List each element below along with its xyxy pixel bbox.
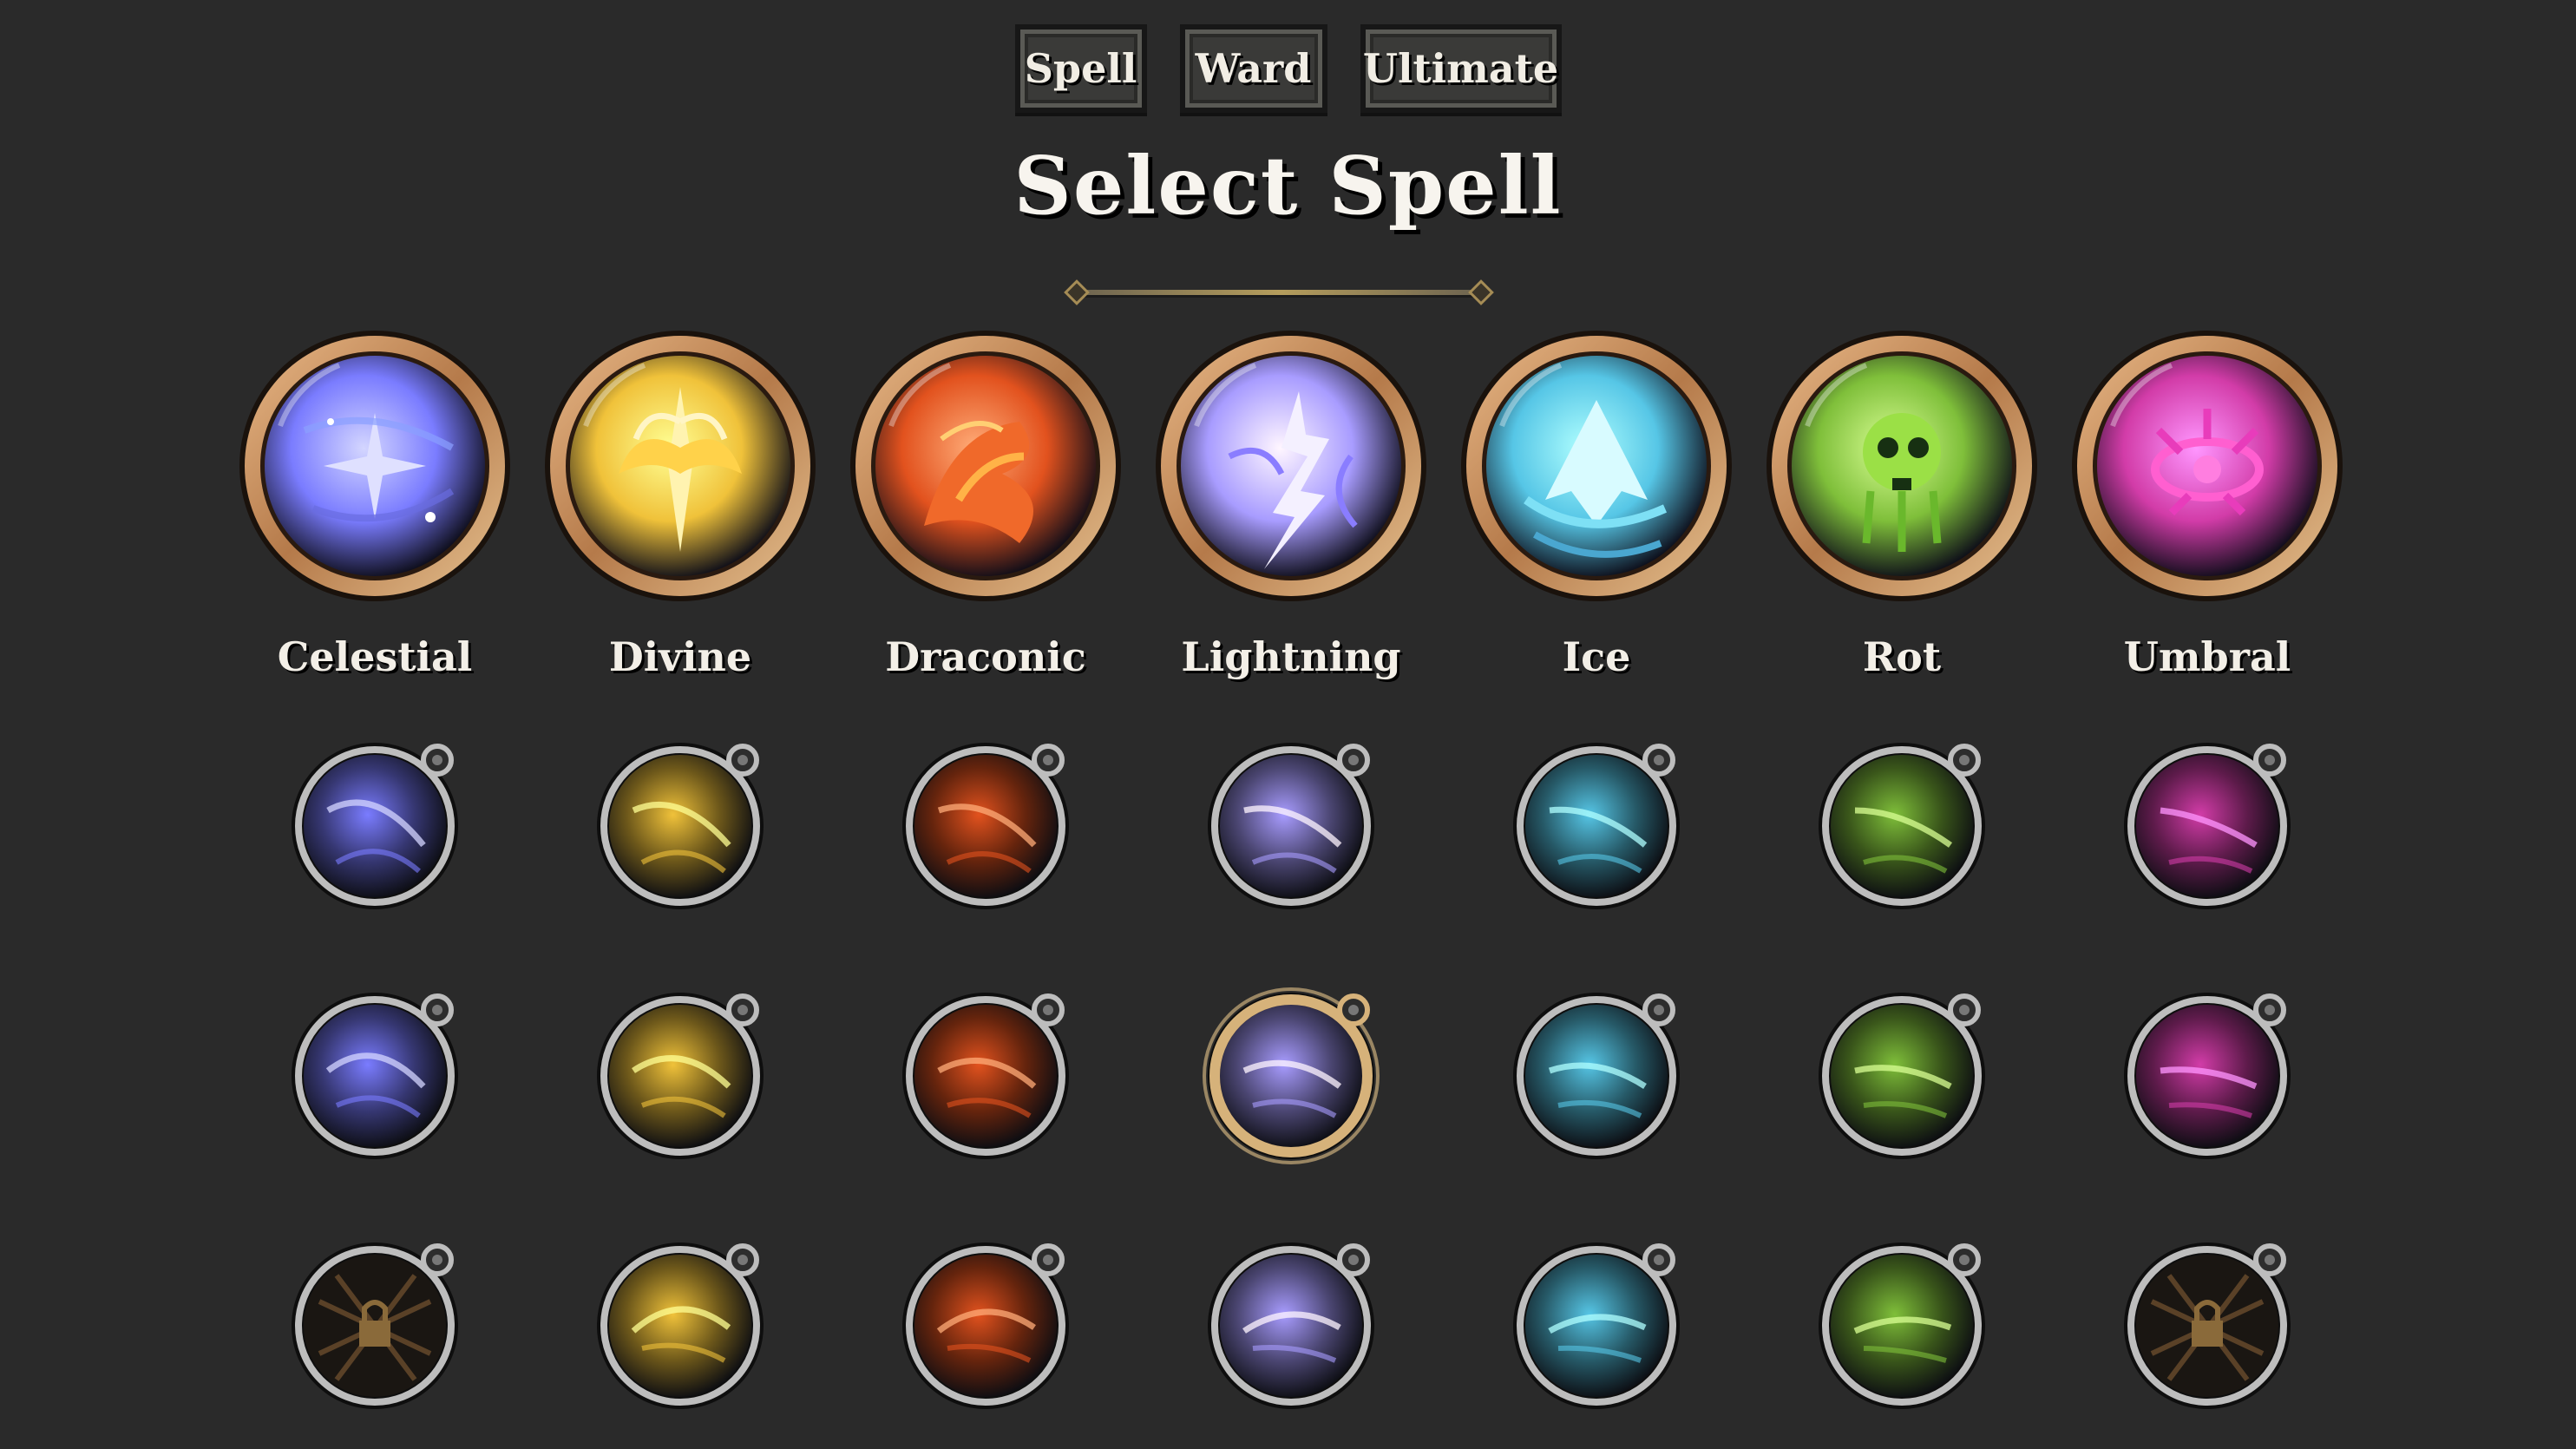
umbral-claw-icon[interactable] (2108, 724, 2306, 921)
locked-spell-icon[interactable] (2108, 1223, 2306, 1421)
rot-spores-icon[interactable] (1803, 974, 2001, 1171)
school-label-divine: Divine (608, 633, 752, 680)
divider-gem-left (1064, 279, 1090, 305)
lightning-strike-icon[interactable] (1192, 1223, 1390, 1421)
divine-rays-icon[interactable] (581, 724, 779, 921)
rot-skull-icon[interactable] (1762, 326, 2042, 606)
school-label-lightning: Lightning (1181, 633, 1401, 680)
lightning-bolt-icon[interactable] (1151, 326, 1431, 606)
ice-wave-icon[interactable] (1498, 1223, 1695, 1421)
page-title: Select Spell (1013, 139, 1563, 233)
rot-skull-spell-icon[interactable] (1803, 724, 2001, 921)
tab-bar: Spell Ward Ultimate (0, 24, 2576, 113)
divine-winged-icon[interactable] (541, 326, 820, 606)
umbral-slash-icon[interactable] (2108, 974, 2306, 1171)
celestial-star-icon[interactable] (235, 326, 515, 606)
tab-ultimate[interactable]: Ultimate (1360, 24, 1562, 113)
divider-gem-right (1468, 279, 1494, 305)
school-label-celestial: Celestial (277, 633, 473, 680)
draconic-ember-icon[interactable] (887, 724, 1085, 921)
ice-crystal-icon[interactable] (1498, 974, 1695, 1171)
school-label-draconic: Draconic (885, 633, 1086, 680)
tab-spell[interactable]: Spell (1014, 24, 1147, 113)
divine-swirl-icon[interactable] (581, 1223, 779, 1421)
divine-swirl-icon[interactable] (581, 974, 779, 1171)
celestial-streak-icon[interactable] (276, 724, 474, 921)
ice-peak-icon[interactable] (1457, 326, 1736, 606)
school-label-rot: Rot (1862, 633, 1942, 680)
locked-spell-icon[interactable] (276, 1223, 474, 1421)
umbral-eye-icon[interactable] (2068, 326, 2347, 606)
celestial-crescent-icon[interactable] (276, 974, 474, 1171)
draconic-burst-icon[interactable] (887, 974, 1085, 1171)
ice-shard-icon[interactable] (1498, 724, 1695, 921)
lightning-storm-icon[interactable] (1192, 974, 1390, 1171)
title-divider (1064, 279, 1494, 305)
draconic-claws-icon[interactable] (887, 1223, 1085, 1421)
school-label-ice: Ice (1562, 633, 1631, 680)
draconic-fire-icon[interactable] (846, 326, 1125, 606)
lightning-arc-icon[interactable] (1192, 724, 1390, 921)
rot-blight-icon[interactable] (1803, 1223, 2001, 1421)
tab-ward[interactable]: Ward (1179, 24, 1327, 113)
school-label-umbral: Umbral (2123, 633, 2291, 680)
